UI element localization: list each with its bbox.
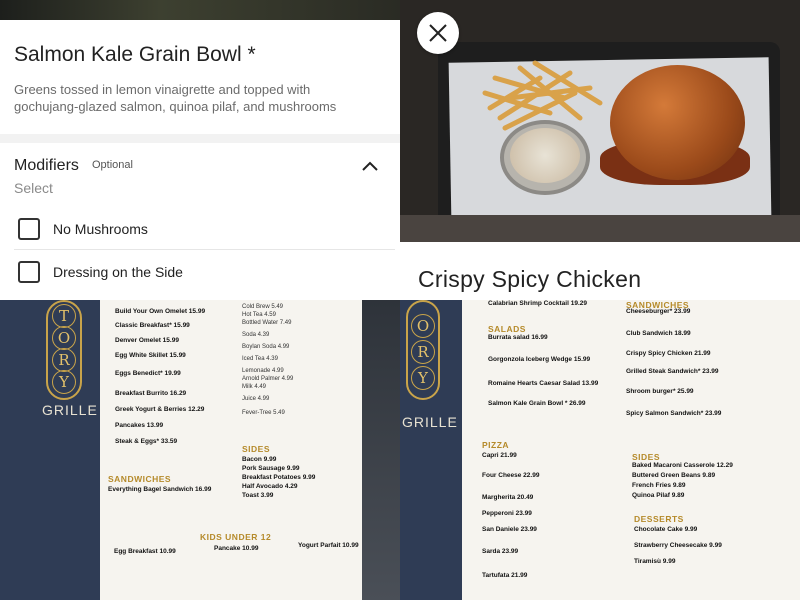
menu-item: Toast 3.99 <box>242 492 274 499</box>
menu-item: Milk 4.49 <box>242 384 267 390</box>
menu-item: Denver Omelet 15.99 <box>115 337 179 344</box>
logo-letter: R <box>411 340 435 364</box>
menu-item: Burrata salad 16.99 <box>488 334 548 341</box>
menu-item: Quinoa Pilaf 9.89 <box>632 492 685 499</box>
section-divider <box>0 134 400 143</box>
close-icon <box>429 24 447 42</box>
menu-item: Margherita 20.49 <box>482 494 534 501</box>
item-photo-strip <box>0 0 400 20</box>
menu-item: Pork Sausage 9.99 <box>242 465 300 472</box>
sandwich-bun <box>610 65 745 180</box>
sides-heading: SIDES <box>242 444 271 454</box>
menu-item: Bottled Water 7.49 <box>242 320 292 326</box>
menu-item: Shroom burger* 25.99 <box>626 388 694 395</box>
menu-item: Tartufata 21.99 <box>482 572 528 579</box>
optional-badge: Optional <box>92 159 133 171</box>
menu-sheet: Calabrian Shrimp Cocktail 19.29 SALADS B… <box>462 300 800 600</box>
menu-item: Juice 4.99 <box>242 396 270 402</box>
photo-view-panel: Crispy Spicy Chicken <box>400 0 800 300</box>
menu-item: Everything Bagel Sandwich 16.99 <box>108 486 212 493</box>
menu-item: Spicy Salmon Sandwich* 23.99 <box>626 410 722 417</box>
desserts-heading: DESSERTS <box>634 514 684 524</box>
menu-item: Club Sandwich 18.99 <box>626 330 691 337</box>
menu-item: Boylan Soda 4.99 <box>242 344 290 350</box>
menu-item: Greek Yogurt & Berries 12.29 <box>115 406 205 413</box>
menu-item: Strawberry Cheesecake 9.99 <box>634 542 722 549</box>
kids-heading: KIDS UNDER 12 <box>200 532 272 542</box>
menu-item: Steak & Eggs* 33.59 <box>115 438 178 445</box>
menu-item: Pepperoni 23.99 <box>482 510 532 517</box>
modifiers-subheading: Select <box>14 180 53 196</box>
menu-item: Gorgonzola Iceberg Wedge 15.99 <box>488 356 591 363</box>
menu-item: Lemonade 4.99 <box>242 368 284 374</box>
menu-photo-left: T O R Y GRILLE Build Your Own Omelet 15.… <box>0 300 400 600</box>
menu-sheet: Build Your Own Omelet 15.99 Classic Brea… <box>100 300 362 600</box>
salads-heading: SALADS <box>488 324 526 334</box>
item-detail-panel: Salmon Kale Grain Bowl * Greens tossed i… <box>0 0 400 300</box>
menu-item: Build Your Own Omelet 15.99 <box>115 308 206 315</box>
logo-letter: O <box>411 314 435 338</box>
menu-item: San Daniele 23.99 <box>482 526 537 533</box>
close-button[interactable] <box>417 12 459 54</box>
logo-letter: R <box>52 348 76 372</box>
menu-item: Chocolate Cake 9.99 <box>634 526 698 533</box>
menu-item: Grilled Steak Sandwich* 23.99 <box>626 368 719 375</box>
logo-letter: T <box>52 304 76 328</box>
food-photo <box>400 0 800 242</box>
sandwiches-heading: SANDWICHES <box>108 474 172 484</box>
item-description: Greens tossed in lemon vinaigrette and t… <box>14 82 337 114</box>
photo-item-name: Crispy Spicy Chicken <box>418 266 642 292</box>
menu-item: Pancakes 13.99 <box>115 422 164 429</box>
menu-item: Tiramisù 9.99 <box>634 558 676 565</box>
sides-heading: SIDES <box>632 452 661 462</box>
logo-word: GRILLE <box>42 402 98 418</box>
menu-item: Buttered Green Beans 9.89 <box>632 472 716 479</box>
coleslaw <box>510 128 580 183</box>
modifier-option-label: No Mushrooms <box>53 221 148 237</box>
table-edge <box>400 215 800 242</box>
menu-item: Four Cheese 22.99 <box>482 472 540 479</box>
menu-item: Salmon Kale Grain Bowl * 26.99 <box>488 400 586 407</box>
menu-item: Iced Tea 4.39 <box>242 356 278 362</box>
menu-item: Capri 21.99 <box>482 452 517 459</box>
menu-item: Arnold Palmer 4.99 <box>242 376 294 382</box>
menu-item: Half Avocado 4.29 <box>242 483 298 490</box>
chevron-up-icon[interactable] <box>360 158 380 174</box>
menu-item: Yogurt Parfait 10.99 <box>298 542 359 549</box>
menu-item: Breakfast Burrito 16.29 <box>115 390 187 397</box>
item-title: Salmon Kale Grain Bowl * <box>14 43 256 66</box>
modifiers-heading: Modifiers <box>14 157 79 174</box>
menu-item: Cold Brew 5.49 <box>242 304 284 310</box>
menu-item: Bacon 9.99 <box>242 456 277 463</box>
menu-item: Soda 4.39 <box>242 332 270 338</box>
logo-letter: Y <box>411 366 435 390</box>
pizza-heading: PIZZA <box>482 440 510 450</box>
menu-item: Eggs Benedict* 19.99 <box>115 370 181 377</box>
menu-item: Cheeseburger* 23.99 <box>626 308 691 315</box>
menu-item: Egg Breakfast 10.99 <box>114 548 176 555</box>
menu-item: Baked Macaroni Casserole 12.29 <box>632 462 733 469</box>
menu-item: Breakfast Potatoes 9.99 <box>242 474 316 481</box>
menu-item: Sarda 23.99 <box>482 548 519 555</box>
modifier-option-dressing-on-side[interactable]: Dressing on the Side <box>0 250 395 293</box>
menu-item: French Fries 9.89 <box>632 482 686 489</box>
logo-letter: Y <box>52 370 76 394</box>
menu-item: Romaine Hearts Caesar Salad 13.99 <box>488 380 599 387</box>
menu-item: Egg White Skillet 15.99 <box>115 352 186 359</box>
menu-item: Crispy Spicy Chicken 21.99 <box>626 350 711 357</box>
logo-letter: O <box>52 326 76 350</box>
modifier-option-no-mushrooms[interactable]: No Mushrooms <box>0 207 395 250</box>
menu-item: Pancake 10.99 <box>214 545 259 552</box>
checkbox[interactable] <box>18 218 40 240</box>
checkbox[interactable] <box>18 261 40 283</box>
menu-item: Calabrian Shrimp Cocktail 19.29 <box>488 300 587 307</box>
menu-item: Hot Tea 4.59 <box>242 312 276 318</box>
modifier-option-label: Dressing on the Side <box>53 264 183 280</box>
logo-word: GRILLE <box>402 414 458 430</box>
menu-photo-right: O R Y GRILLE Calabrian Shrimp Cocktail 1… <box>400 300 800 600</box>
menu-item: Fever-Tree 5.49 <box>242 410 285 416</box>
menu-item: Classic Breakfast* 15.99 <box>115 322 190 329</box>
